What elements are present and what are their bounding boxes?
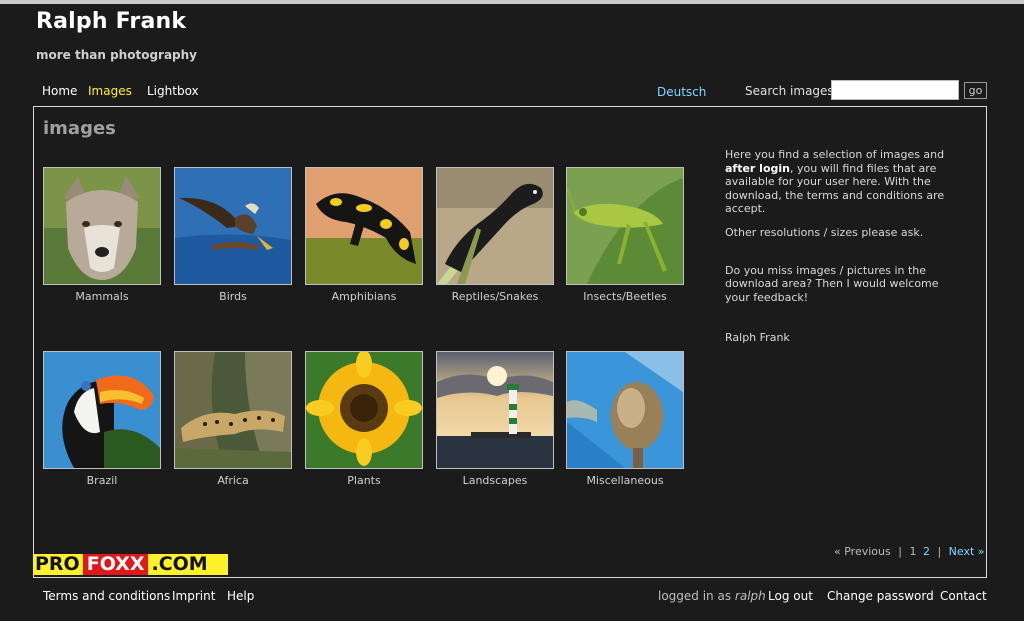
landscapes-thumbnail[interactable] <box>436 351 554 469</box>
miscellaneous-thumbnail[interactable] <box>566 351 684 469</box>
category-label: Landscapes <box>462 474 528 487</box>
top-border <box>0 0 1024 4</box>
logo-part-foxx: FOXX <box>82 554 149 575</box>
pagination-separator: | <box>937 545 942 558</box>
footer-imprint-link[interactable]: Imprint <box>172 589 215 603</box>
category-label: Reptiles/Snakes <box>451 290 539 303</box>
category-label: Plants <box>347 474 381 487</box>
page-title: images <box>43 118 116 139</box>
reptiles-thumbnail[interactable] <box>436 167 554 285</box>
nav-item-lightbox[interactable]: Lightbox <box>147 84 199 98</box>
search-go-button[interactable]: go <box>964 82 987 99</box>
birds-thumbnail[interactable] <box>174 167 292 285</box>
category-miscellaneous[interactable]: Miscellaneous <box>566 351 684 487</box>
info-text: Here you find a selection of images and … <box>725 148 950 345</box>
pagination-next[interactable]: Next » <box>949 545 985 558</box>
category-reptiles-snakes[interactable]: Reptiles/Snakes <box>436 167 554 303</box>
info-paragraph-1: Here you find a selection of images and … <box>725 148 945 216</box>
category-insects-beetles[interactable]: Insects/Beetles <box>566 167 684 303</box>
category-mammals[interactable]: Mammals <box>43 167 161 303</box>
category-label: Birds <box>219 290 247 303</box>
footer-terms-link[interactable]: Terms and conditions <box>43 589 170 603</box>
logged-in-status: logged in as ralph <box>658 589 766 603</box>
language-switch[interactable]: Deutsch <box>657 85 706 99</box>
profoxx-logo[interactable]: PRO FOXX .COM <box>33 554 228 575</box>
brazil-thumbnail[interactable] <box>43 351 161 469</box>
amphibians-thumbnail[interactable] <box>305 167 423 285</box>
category-label: Miscellaneous <box>586 474 664 487</box>
category-brazil[interactable]: Brazil <box>43 351 161 487</box>
info-paragraph-2: Other resolutions / sizes please ask. <box>725 225 924 239</box>
category-label: Mammals <box>75 290 129 303</box>
footer-logout-link[interactable]: Log out <box>768 589 813 603</box>
plants-thumbnail[interactable] <box>305 351 423 469</box>
category-label: Insects/Beetles <box>583 290 667 303</box>
footer-help-link[interactable]: Help <box>227 589 254 603</box>
nav-item-home[interactable]: Home <box>42 84 77 98</box>
search-input[interactable] <box>831 80 959 100</box>
category-label: Brazil <box>86 474 118 487</box>
pagination-page-2[interactable]: 2 <box>923 545 930 558</box>
insects-thumbnail[interactable] <box>566 167 684 285</box>
search-label: Search images: <box>745 84 838 98</box>
category-africa[interactable]: Africa <box>174 351 292 487</box>
footer-change-password-link[interactable]: Change password <box>827 589 934 603</box>
category-landscapes[interactable]: Landscapes <box>436 351 554 487</box>
category-plants[interactable]: Plants <box>305 351 423 487</box>
info-paragraph-3: Do you miss images / pictures in the dow… <box>725 263 939 304</box>
footer-contact-link[interactable]: Contact <box>940 589 987 603</box>
logged-in-user: ralph <box>734 589 766 603</box>
pagination-page-1: 1 <box>909 545 917 558</box>
pagination: « Previous | 1 2 | Next » <box>834 545 985 558</box>
logo-part-com: .COM <box>151 553 208 575</box>
nav-item-images[interactable]: Images <box>88 84 132 98</box>
logo-part-pro: PRO <box>35 553 80 575</box>
mammals-thumbnail[interactable] <box>43 167 161 285</box>
category-label: Africa <box>217 474 249 487</box>
category-amphibians[interactable]: Amphibians <box>305 167 423 303</box>
pagination-separator: | <box>898 545 902 558</box>
site-title[interactable]: Ralph Frank <box>36 9 186 34</box>
category-label: Amphibians <box>331 290 397 303</box>
info-signature: Ralph Frank <box>725 331 790 345</box>
site-subtitle: more than photography <box>36 48 197 62</box>
category-birds[interactable]: Birds <box>174 167 292 303</box>
pagination-previous: « Previous <box>834 545 891 558</box>
africa-thumbnail[interactable] <box>174 351 292 469</box>
